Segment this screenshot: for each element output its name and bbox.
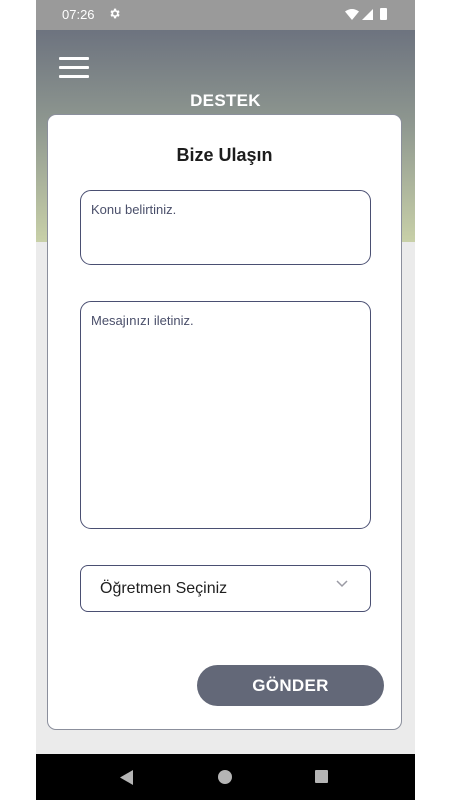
- recent-apps-icon[interactable]: [315, 770, 328, 783]
- subject-placeholder: Konu belirtiniz.: [91, 202, 177, 217]
- status-time: 07:26: [62, 7, 95, 22]
- message-placeholder: Mesajınızı iletiniz.: [91, 313, 194, 328]
- back-icon[interactable]: [120, 770, 133, 785]
- subject-input[interactable]: Konu belirtiniz.: [80, 190, 371, 265]
- hamburger-menu-icon[interactable]: [59, 57, 89, 79]
- settings-gear-icon: [110, 8, 120, 19]
- wifi-icon: [345, 9, 359, 20]
- send-button[interactable]: GÖNDER: [197, 665, 384, 706]
- contact-card: Bize Ulaşın Konu belirtiniz. Mesajınızı …: [47, 114, 402, 730]
- teacher-select-label: Öğretmen Seçiniz: [100, 580, 228, 597]
- navigation-bar: [36, 754, 415, 800]
- message-textarea[interactable]: Mesajınızı iletiniz.: [80, 301, 371, 529]
- home-icon[interactable]: [218, 770, 232, 784]
- battery-icon: [380, 8, 387, 20]
- page-title: DESTEK: [190, 91, 261, 110]
- teacher-select[interactable]: Öğretmen Seçiniz: [80, 565, 371, 612]
- signal-icon: [362, 9, 373, 20]
- card-title: Bize Ulaşın: [176, 145, 273, 165]
- phone-screen: 07:26 DESTEK Bize Ulaşın Konu belirtiniz…: [36, 0, 415, 800]
- chevron-down-icon: [336, 580, 348, 588]
- status-bar: 07:26: [36, 0, 415, 30]
